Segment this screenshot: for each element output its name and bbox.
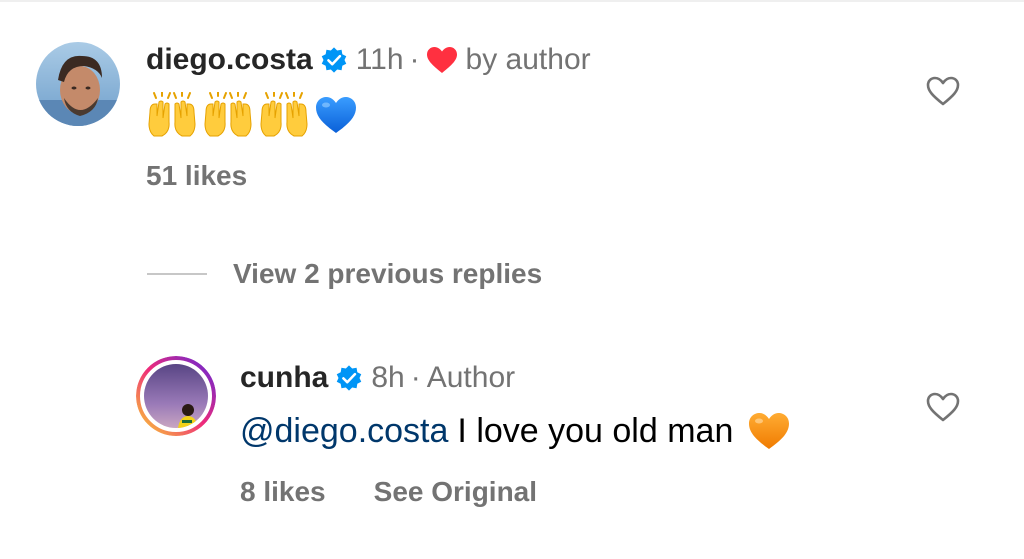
author-label: Author — [426, 361, 516, 394]
mention-link[interactable]: @diego.costa — [240, 412, 448, 451]
heart-outline-icon[interactable] — [926, 76, 960, 106]
avatar[interactable] — [36, 42, 120, 126]
username[interactable]: cunha — [240, 361, 328, 395]
verified-badge-icon — [335, 364, 363, 392]
timestamp: 8h — [371, 361, 405, 394]
orange-heart-emoji — [747, 411, 791, 451]
blue-heart-emoji — [314, 95, 358, 135]
raising-hands-emoji — [258, 92, 310, 138]
avatar-story-ring[interactable] — [136, 356, 216, 436]
verified-badge-icon — [320, 46, 348, 74]
timestamp: 11h — [355, 43, 404, 76]
raising-hands-emoji — [202, 92, 254, 138]
separator: · — [410, 361, 421, 394]
view-previous-replies-label: View 2 previous replies — [233, 258, 543, 289]
view-previous-replies-button[interactable]: View 2 previous replies — [147, 258, 542, 290]
comment-footer: 51 likes — [146, 160, 247, 192]
likes-count[interactable]: 8 likes — [240, 476, 326, 508]
raising-hands-emoji — [146, 92, 198, 138]
comment-header: diego.costa 11h · by author — [146, 42, 591, 78]
top-divider — [0, 0, 1024, 2]
replies-divider — [147, 273, 207, 275]
comment-body: I love you old man — [457, 411, 734, 450]
username[interactable]: diego.costa — [146, 43, 313, 77]
likes-count[interactable]: 51 likes — [146, 160, 247, 192]
heart-outline-icon[interactable] — [926, 392, 960, 422]
separator: · — [409, 43, 420, 76]
red-heart-icon — [426, 46, 458, 74]
see-original-button[interactable]: See Original — [374, 476, 537, 508]
liked-by-author-label: by author — [465, 43, 591, 76]
comment-emojis — [146, 90, 358, 140]
comment-text: @diego.costa I love you old man — [240, 408, 791, 454]
comment-footer: 8 likes See Original — [240, 476, 537, 508]
comment-header: cunha 8h · Author — [240, 360, 515, 396]
